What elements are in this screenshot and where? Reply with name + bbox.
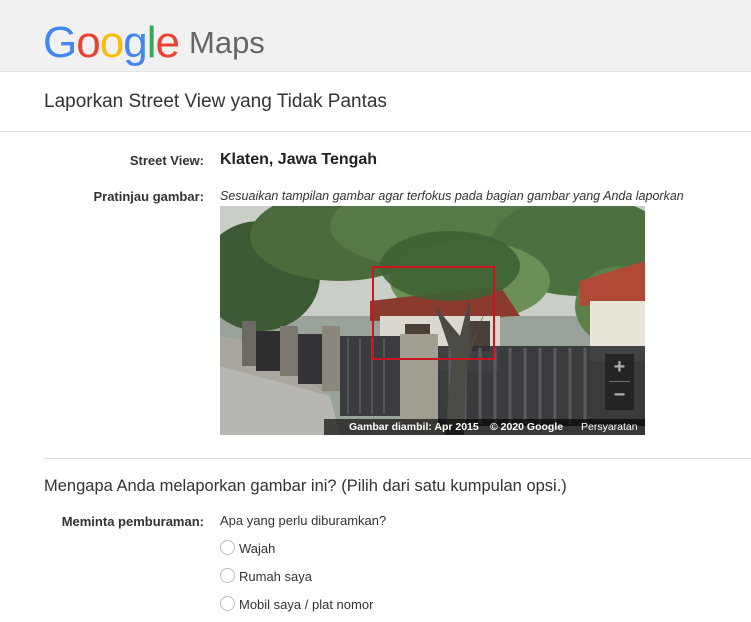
option-label: Rumah saya <box>239 569 312 584</box>
product-name: Maps <box>189 25 265 60</box>
street-view-label: Street View: <box>129 153 204 168</box>
copyright: © 2020 Google <box>490 421 564 433</box>
terms-link[interactable]: Persyaratan <box>581 419 638 435</box>
google-logo[interactable]: Google <box>43 17 180 69</box>
logo-letter: o <box>76 18 101 67</box>
page-title: Laporkan Street View yang Tidak Pantas <box>44 91 387 112</box>
header-bar: Google Maps <box>0 0 751 72</box>
selection-box[interactable] <box>372 266 495 360</box>
radio-button[interactable] <box>220 540 235 555</box>
logo-letter: e <box>155 18 180 67</box>
blur-option-car[interactable]: Mobil saya / plat nomor <box>220 596 373 612</box>
logo-letter: G <box>43 18 77 67</box>
zoom-in-button[interactable]: + <box>605 354 634 381</box>
street-view-preview[interactable]: + − Gambar diambil: Apr 2015 © 2020 Goog… <box>220 206 645 435</box>
preview-hint: Sesuaikan tampilan gambar agar terfokus … <box>220 189 684 203</box>
blur-prompt: Apa yang perlu diburamkan? <box>220 513 387 528</box>
preview-label: Pratinjau gambar: <box>93 189 204 204</box>
blur-option-house[interactable]: Rumah saya <box>220 568 312 584</box>
logo-letter: g <box>123 18 148 67</box>
image-footer: Gambar diambil: Apr 2015 © 2020 Google P… <box>324 419 645 435</box>
logo-letter: o <box>99 18 125 67</box>
street-view-location: Klaten, Jawa Tengah <box>220 151 378 168</box>
blur-request-label: Meminta pemburaman: <box>61 514 204 529</box>
option-label: Wajah <box>239 541 276 556</box>
report-reason-question: Mengapa Anda melaporkan gambar ini? (Pil… <box>44 477 567 495</box>
zoom-control: + − <box>605 354 634 410</box>
zoom-out-button[interactable]: − <box>605 382 634 409</box>
radio-button[interactable] <box>220 596 235 611</box>
divider <box>44 458 751 459</box>
blur-option-face[interactable]: Wajah <box>220 540 275 556</box>
option-label: Mobil saya / plat nomor <box>239 597 374 612</box>
capture-date: Gambar diambil: Apr 2015 <box>349 421 479 433</box>
radio-button[interactable] <box>220 568 235 583</box>
divider <box>0 131 751 132</box>
